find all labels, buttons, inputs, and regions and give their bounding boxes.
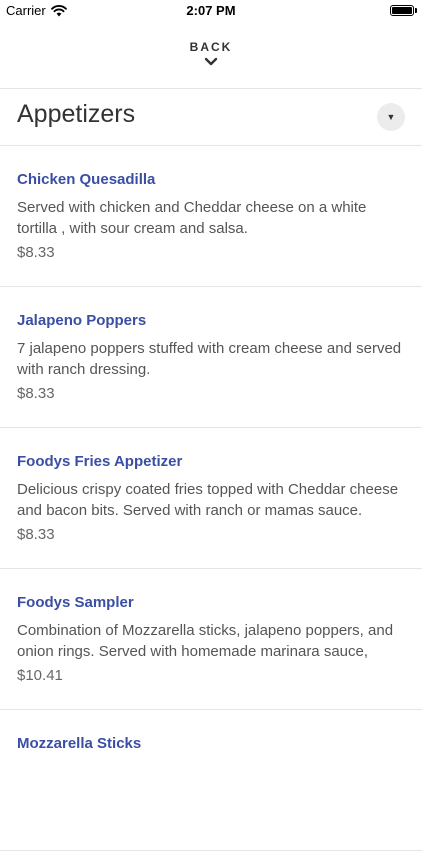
item-name: Mozzarella Sticks xyxy=(17,735,142,752)
item-description: Combination of Mozzarella sticks, jalape… xyxy=(17,622,394,660)
menu-item[interactable]: Jalapeno Poppers 7 jalapeno poppers stuf… xyxy=(0,287,422,428)
item-price: $8.33 xyxy=(17,385,55,402)
category-dropdown-button[interactable]: ▼ xyxy=(377,103,405,131)
menu-item-list: Chicken Quesadilla Served with chicken a… xyxy=(0,146,422,851)
menu-item[interactable]: Mozzarella Sticks xyxy=(0,710,422,851)
section-title: Appetizers xyxy=(17,100,136,128)
back-button[interactable]: BACK xyxy=(0,40,422,67)
item-description: Served with chicken and Cheddar cheese o… xyxy=(17,199,367,237)
item-price: $10.41 xyxy=(17,667,63,684)
menu-item[interactable]: Chicken Quesadilla Served with chicken a… xyxy=(0,146,422,287)
status-bar: Carrier 2:07 PM xyxy=(0,0,422,22)
item-name: Chicken Quesadilla xyxy=(17,171,156,188)
menu-item[interactable]: Foodys Sampler Combination of Mozzarella… xyxy=(0,569,422,710)
back-label: BACK xyxy=(189,40,233,54)
item-name: Foodys Sampler xyxy=(17,594,134,611)
battery-tip xyxy=(415,8,417,13)
menu-item[interactable]: Foodys Fries Appetizer Delicious crispy … xyxy=(0,428,422,569)
battery-icon xyxy=(390,5,414,16)
item-name: Jalapeno Poppers xyxy=(17,312,147,329)
item-price: $8.33 xyxy=(17,526,55,543)
status-time: 2:07 PM xyxy=(186,3,236,18)
item-description: 7 jalapeno poppers stuffed with cream ch… xyxy=(17,340,402,378)
item-description: Delicious crispy coated fries topped wit… xyxy=(17,481,399,519)
caret-down-icon: ▼ xyxy=(386,112,396,122)
item-name: Foodys Fries Appetizer xyxy=(17,453,183,470)
chevron-down-icon xyxy=(204,57,218,66)
header-divider xyxy=(0,88,422,89)
item-price: $8.33 xyxy=(17,244,55,261)
